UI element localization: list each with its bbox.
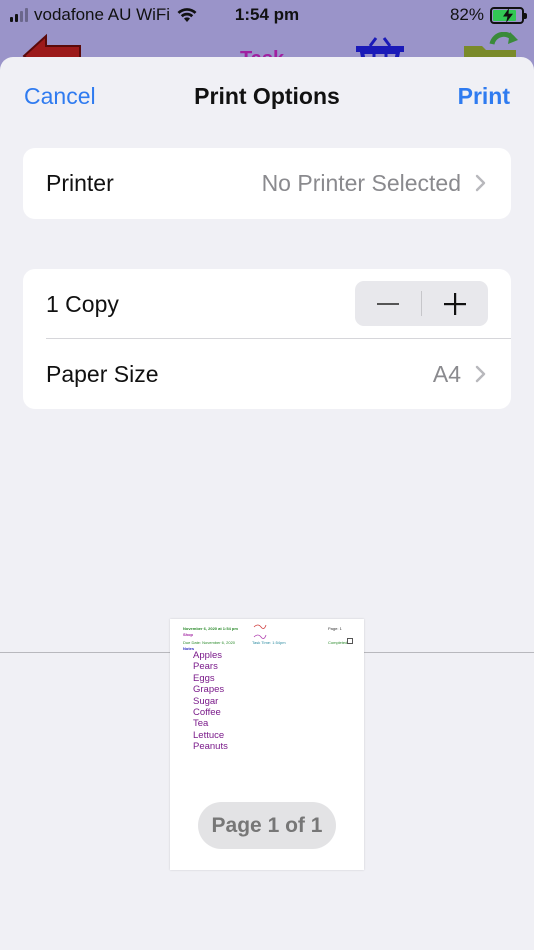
paper-size-label: Paper Size [46, 360, 159, 387]
preview-header-title: Shop [183, 632, 193, 637]
list-item: Apples [193, 650, 223, 661]
plus-icon [444, 292, 466, 315]
page-indicator: Page 1 of 1 [198, 802, 336, 849]
charging-bolt-icon [503, 7, 513, 23]
battery-cap [524, 12, 527, 19]
list-item: Peanuts [193, 741, 228, 753]
copies-label: 1 Copy [46, 290, 119, 317]
preview-completed: Completed [328, 640, 348, 645]
chevron-right-icon [475, 174, 486, 192]
status-bar: vodafone AU WiFi 1:54 pm 82% [0, 0, 534, 30]
list-item: Coffee [193, 707, 221, 719]
list-item: Sugar [193, 695, 219, 707]
battery-icon [490, 6, 527, 24]
printer-label: Printer [46, 169, 114, 196]
paper-size-row[interactable]: Paper Size A4 [23, 339, 511, 409]
battery-percent: 82% [449, 5, 484, 24]
paper-size-value: A4 [432, 360, 461, 387]
list-item: Tea [193, 718, 209, 730]
chevron-right-icon [475, 365, 486, 383]
minus-icon [377, 302, 399, 305]
preview-logo-icon [253, 624, 267, 639]
preview-due-date: Due Date: November 6, 2020 [183, 640, 236, 645]
print-button[interactable]: Print [458, 83, 510, 110]
list-item: Eggs [193, 672, 215, 684]
printer-value: No Printer Selected [261, 169, 461, 196]
increment-button[interactable] [422, 281, 488, 326]
copies-row: 1 Copy [23, 269, 511, 339]
list-item: Pears [193, 661, 218, 673]
preview-header-date: November 6, 2020 at 1:54 pm [183, 626, 238, 631]
list-item: Lettuce [193, 729, 225, 741]
copies-stepper [355, 281, 488, 326]
preview-page-number: Page: 1 [328, 626, 342, 631]
nav-bar: Cancel Print Options Print [0, 57, 534, 137]
preview-item-list: Apples Pears Eggs Grapes Sugar Coffee Te… [193, 650, 228, 753]
printer-row[interactable]: Printer No Printer Selected [23, 148, 511, 218]
preview-checkbox [347, 638, 353, 644]
printer-card: Printer No Printer Selected [23, 148, 511, 219]
status-right: 82% [449, 5, 527, 25]
options-card: 1 Copy Paper Size A4 [23, 269, 511, 409]
preview-task-time: Task Time: 1:54pm [252, 640, 286, 645]
list-item: Grapes [193, 684, 225, 696]
decrement-button[interactable] [355, 281, 421, 326]
cancel-button[interactable]: Cancel [24, 83, 96, 110]
